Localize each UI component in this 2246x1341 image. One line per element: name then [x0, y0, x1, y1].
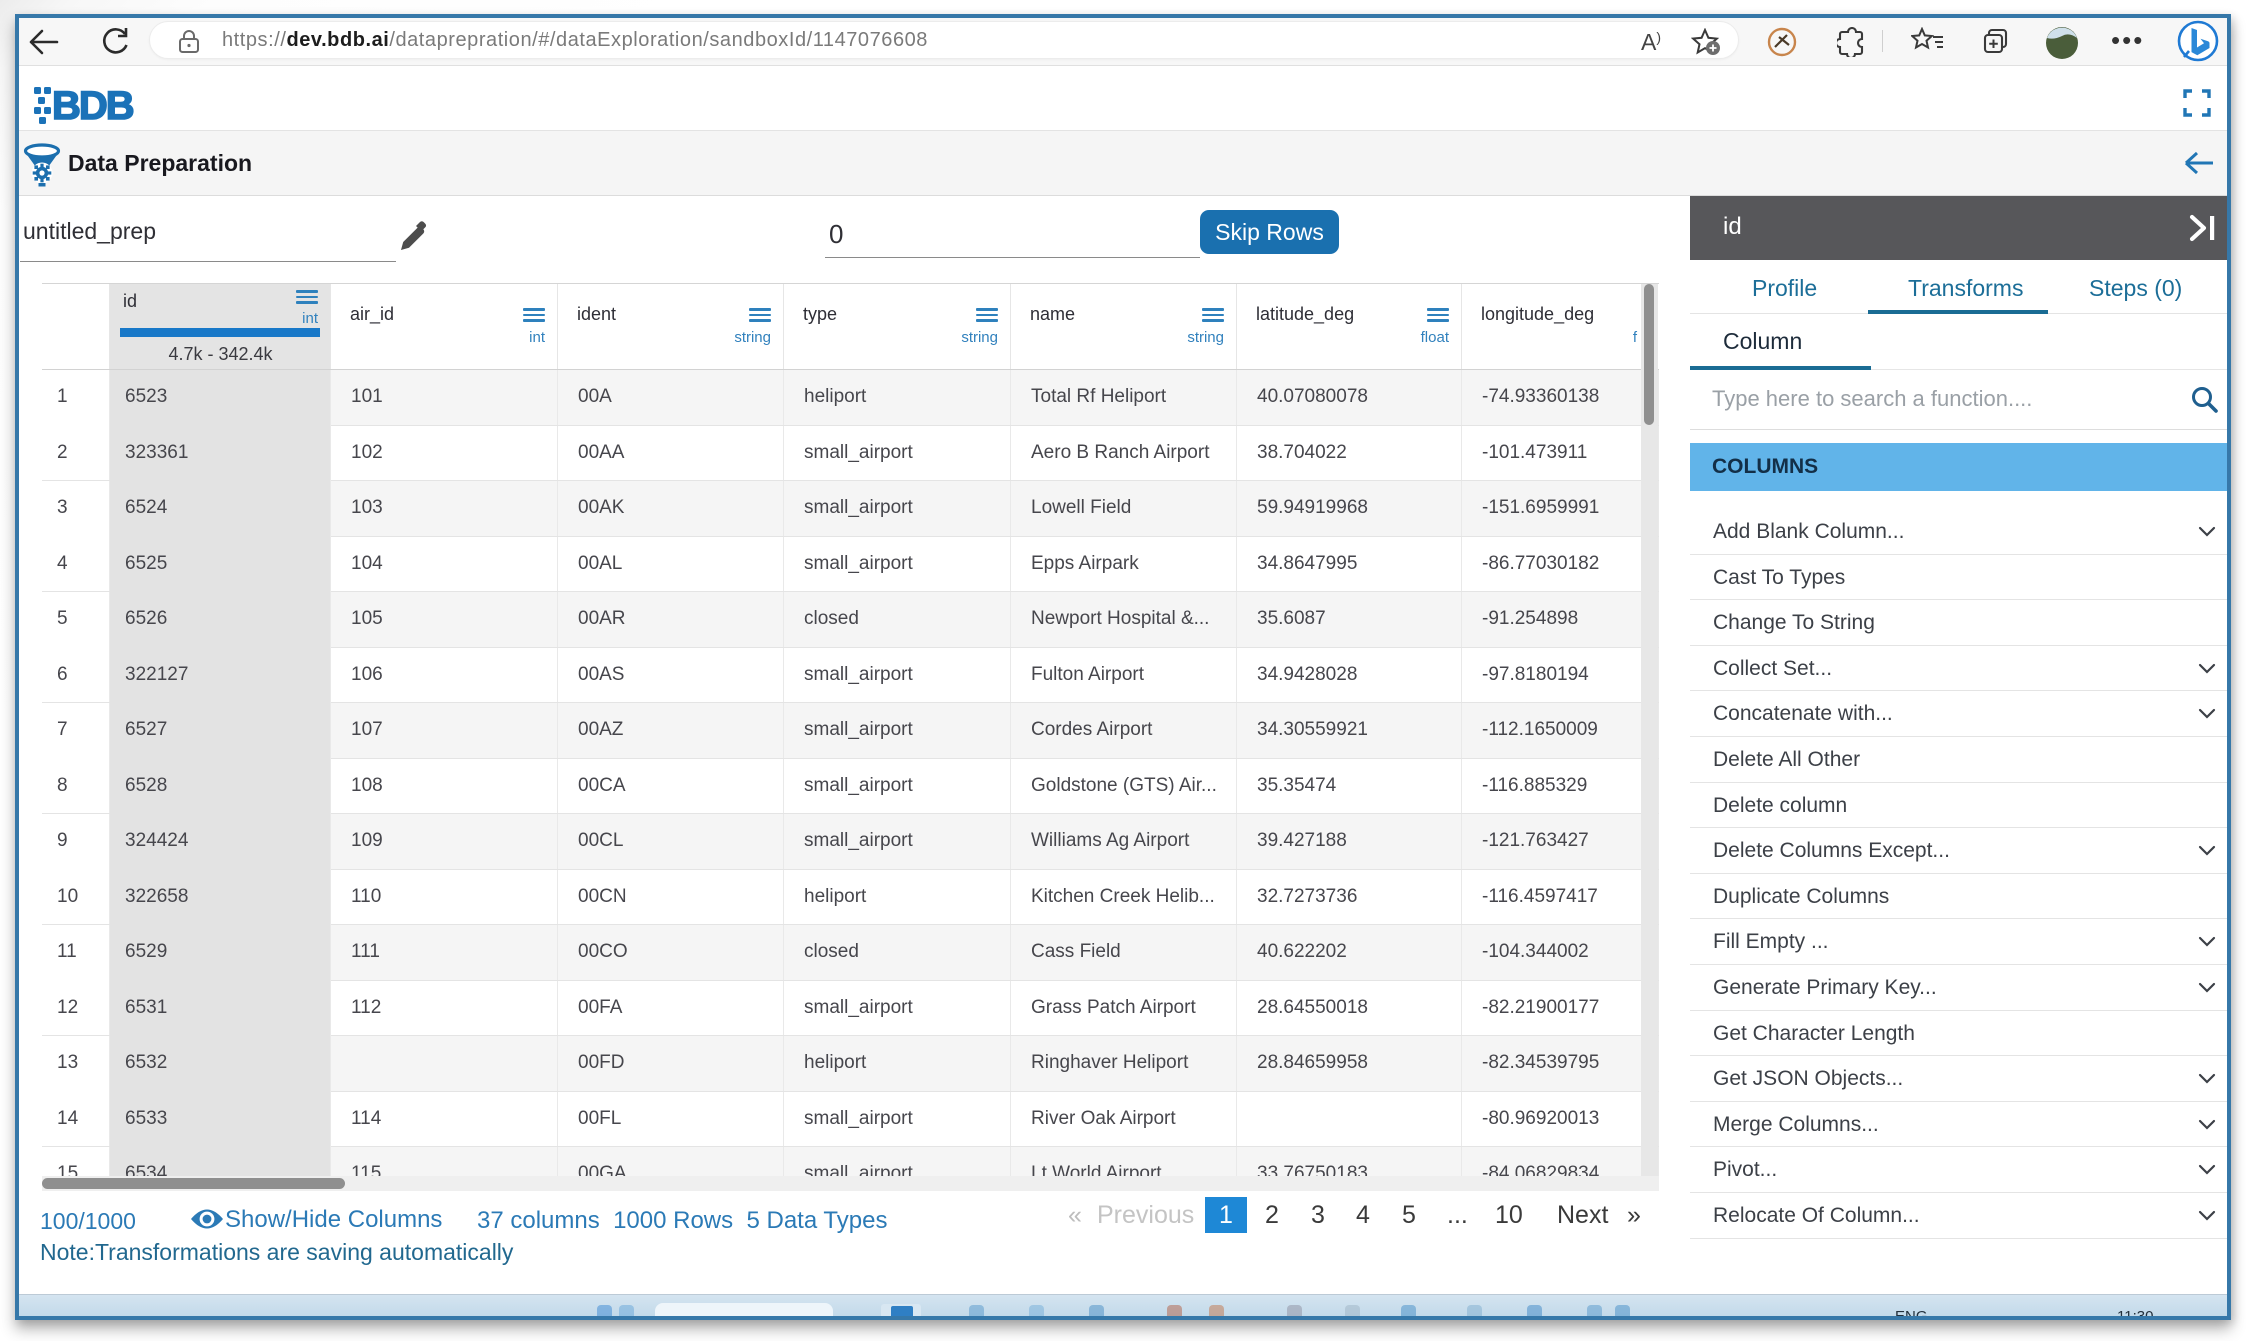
svg-text:BDB: BDB — [52, 84, 134, 128]
